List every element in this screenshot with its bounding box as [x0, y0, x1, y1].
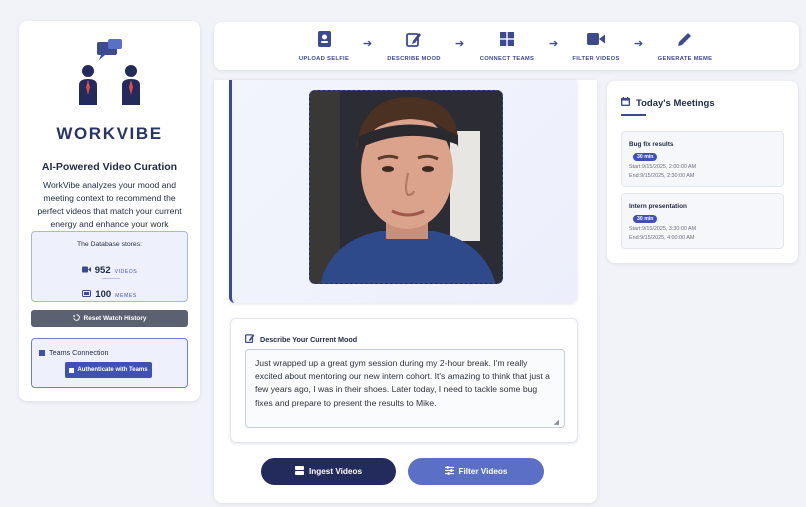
- sliders-icon: [444, 466, 454, 477]
- database-title: The Database stores:: [77, 241, 142, 248]
- duration-badge: 30 min: [633, 153, 658, 161]
- edit-icon: [245, 333, 255, 345]
- calendar-icon: [621, 97, 630, 109]
- mood-panel: Describe Your Current Mood Just wrapped …: [230, 318, 578, 443]
- database-stats: The Database stores: 952 VIDEOS 100 MEME…: [31, 231, 188, 302]
- teams-title-text: Teams Connection: [49, 348, 109, 357]
- meeting-start: Start:9/15/2025, 3:30:00 AM: [629, 226, 697, 232]
- workflow-stepper: UPLOAD SELFIE ➔ DESCRIBE MOOD ➔ CONNECT …: [214, 22, 799, 70]
- ingest-videos-button[interactable]: Ingest Videos: [261, 458, 396, 485]
- teams-logo-icon: [69, 367, 75, 373]
- meeting-name: Intern presentation: [629, 203, 687, 210]
- step-describe-mood[interactable]: DESCRIBE MOOD: [374, 30, 454, 62]
- meetings-panel: Today's Meetings Bug fix results 30 min …: [607, 81, 798, 263]
- step-label: CONNECT TEAMS: [479, 56, 535, 62]
- teams-connection-panel: Teams Connection Authenticate with Teams: [31, 338, 188, 388]
- main-panel: Describe Your Current Mood Just wrapped …: [214, 80, 597, 503]
- tagline: AI-Powered Video Curation: [41, 161, 178, 173]
- step-label: FILTER VIDEOS: [572, 56, 620, 62]
- ingest-label: Ingest Videos: [308, 467, 363, 476]
- video-camera-icon: [556, 30, 636, 48]
- selfie-image[interactable]: [309, 90, 503, 284]
- mood-title-text: Describe Your Current Mood: [260, 334, 358, 344]
- grid-icon: [467, 30, 547, 48]
- meeting-end: End:9/15/2025, 4:00:00 AM: [629, 235, 695, 241]
- step-connect-teams[interactable]: CONNECT TEAMS: [467, 30, 547, 62]
- memes-count: 100: [95, 289, 112, 300]
- divider: [102, 278, 120, 279]
- teams-title: Teams Connection: [39, 348, 109, 357]
- arrow-right-icon: ➔: [634, 38, 644, 50]
- video-icon: [81, 260, 91, 273]
- meetings-title: Today's Meetings: [621, 97, 715, 109]
- resize-handle-icon[interactable]: ◢: [554, 418, 559, 426]
- pencil-icon: [645, 30, 725, 48]
- videos-count: 952: [94, 265, 111, 276]
- step-filter-videos[interactable]: FILTER VIDEOS: [556, 30, 636, 62]
- memes-label: MEMES: [115, 293, 137, 299]
- title-underline: [621, 114, 646, 116]
- meetings-title-text: Today's Meetings: [636, 97, 715, 109]
- mood-title: Describe Your Current Mood: [245, 333, 357, 345]
- brand-name: WORKVIBE: [56, 124, 163, 143]
- reset-watch-history-button[interactable]: Reset Watch History: [31, 310, 188, 327]
- history-icon: [72, 314, 80, 323]
- filter-label: Filter Videos: [458, 467, 508, 476]
- videos-stat: 952 VIDEOS: [32, 260, 187, 276]
- meeting-card[interactable]: Intern presentation 30 min Start:9/15/20…: [621, 193, 784, 249]
- meeting-start: Start:9/15/2025, 2:00:00 AM: [629, 164, 697, 170]
- step-label: UPLOAD SELFIE: [298, 56, 350, 62]
- sidebar: WORKVIBE AI-Powered Video Curation WorkV…: [19, 21, 200, 401]
- database-icon: [294, 466, 304, 477]
- workvibe-logo-icon: [19, 39, 200, 105]
- meeting-name: Bug fix results: [629, 141, 674, 148]
- memes-stat: 100 MEMES: [32, 284, 187, 300]
- teams-icon: [39, 349, 45, 356]
- reset-label: Reset Watch History: [83, 315, 147, 322]
- arrow-right-icon: ➔: [455, 38, 465, 50]
- auth-label: Authenticate with Teams: [77, 367, 148, 373]
- filter-videos-button[interactable]: Filter Videos: [408, 458, 544, 485]
- images-icon: [82, 284, 92, 297]
- duration-badge: 30 min: [633, 215, 658, 223]
- step-upload-selfie[interactable]: UPLOAD SELFIE: [284, 30, 364, 62]
- selfie-panel: [229, 80, 577, 303]
- step-label: GENERATE MEME: [657, 56, 713, 62]
- videos-label: VIDEOS: [114, 269, 138, 275]
- authenticate-teams-button[interactable]: Authenticate with Teams: [65, 362, 152, 378]
- step-label: DESCRIBE MOOD: [387, 56, 441, 62]
- edit-icon: [374, 30, 454, 48]
- arrow-right-icon: ➔: [363, 38, 373, 50]
- id-badge-icon: [284, 30, 364, 48]
- meeting-end: End:9/15/2025, 2:30:00 AM: [629, 173, 695, 179]
- mood-textarea[interactable]: Just wrapped up a great gym session duri…: [245, 349, 565, 428]
- meeting-card[interactable]: Bug fix results 30 min Start:9/15/2025, …: [621, 131, 784, 187]
- step-generate-meme[interactable]: GENERATE MEME: [645, 30, 725, 62]
